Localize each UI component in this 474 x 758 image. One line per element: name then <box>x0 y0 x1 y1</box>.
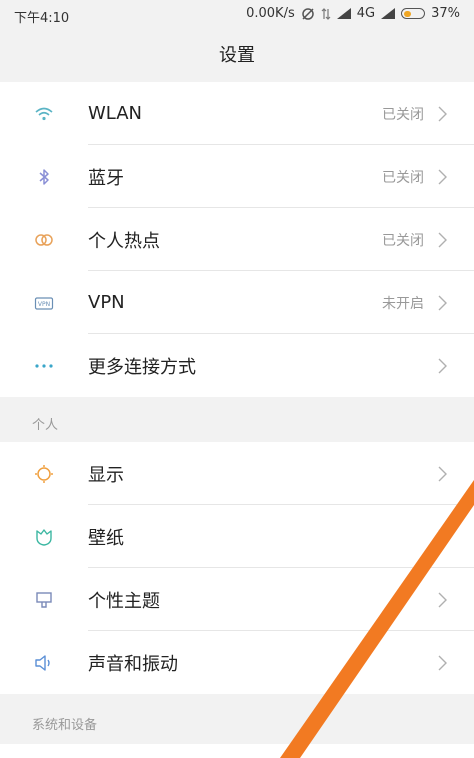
row-label: 壁纸 <box>88 527 124 549</box>
settings-row-sound[interactable]: 声音和振动 <box>0 631 474 694</box>
wifi-icon <box>35 107 53 121</box>
status-bar: 下午4:10 0.00K/s 4G 37% <box>0 0 474 30</box>
row-label: WLAN <box>88 103 143 124</box>
row-label: 声音和振动 <box>88 653 178 675</box>
battery-percent: 37% <box>431 6 460 21</box>
settings-row-bluetooth[interactable]: 蓝牙 已关闭 <box>0 145 474 208</box>
chevron-right-icon <box>438 295 447 311</box>
sync-off-icon <box>301 7 314 20</box>
settings-row-theme[interactable]: 个性主题 <box>0 568 474 631</box>
chevron-right-icon <box>438 592 447 608</box>
row-label: 蓝牙 <box>88 167 124 189</box>
settings-row-wallpaper[interactable]: 壁纸 <box>0 505 474 568</box>
page-title: 设置 <box>219 45 255 66</box>
row-value: 已关闭 <box>382 232 424 249</box>
row-label: 个人热点 <box>88 230 160 252</box>
row-value: 已关闭 <box>382 169 424 186</box>
settings-row-wlan[interactable]: WLAN 已关闭 <box>0 82 474 145</box>
row-label: 更多连接方式 <box>88 356 196 378</box>
network-section: WLAN 已关闭 蓝牙 已关闭 个人热点 已关闭 VPN VPN 未开启 更多连… <box>0 82 474 397</box>
status-time: 下午4:10 <box>14 11 70 26</box>
display-icon <box>35 465 53 483</box>
chevron-right-icon <box>438 106 447 122</box>
status-icons: 0.00K/s 4G 37% <box>246 6 460 21</box>
row-label: 个性主题 <box>88 590 160 612</box>
row-value: 已关闭 <box>382 106 424 123</box>
chevron-right-icon <box>438 232 447 248</box>
more-icon <box>35 364 53 368</box>
chevron-right-icon <box>438 169 447 185</box>
svg-text:VPN: VPN <box>38 301 50 308</box>
battery-icon <box>401 8 426 19</box>
chevron-right-icon <box>438 358 447 374</box>
net-speed: 0.00K/s <box>246 6 295 21</box>
network-type: 4G <box>356 6 376 21</box>
chevron-right-icon <box>438 655 447 671</box>
theme-icon <box>36 592 52 608</box>
personal-section: 显示 壁纸 个性主题 声音和振动 <box>0 442 474 694</box>
row-label: VPN <box>88 292 125 313</box>
settings-row-display[interactable]: 显示 <box>0 442 474 505</box>
section-header-personal: 个人 <box>0 397 474 442</box>
data-transfer-icon <box>321 7 331 20</box>
vpn-icon: VPN <box>34 297 54 310</box>
section-header-label: 个人 <box>32 418 59 433</box>
signal-icon <box>336 8 351 19</box>
chevron-right-icon <box>438 529 447 545</box>
bluetooth-icon <box>39 169 49 185</box>
settings-row-hotspot[interactable]: 个人热点 已关闭 <box>0 208 474 271</box>
settings-row-vpn[interactable]: VPN VPN 未开启 <box>0 271 474 334</box>
chevron-right-icon <box>438 466 447 482</box>
section-header-system: 系统和设备 <box>0 694 474 744</box>
title-bar: 设置 <box>0 30 474 82</box>
hotspot-icon <box>35 234 53 246</box>
settings-row-more-connections[interactable]: 更多连接方式 <box>0 334 474 397</box>
signal-icon-2 <box>381 8 396 19</box>
sound-icon <box>35 655 50 671</box>
row-label: 显示 <box>88 464 124 486</box>
row-value: 未开启 <box>382 295 424 312</box>
wallpaper-icon <box>36 529 52 546</box>
section-header-label: 系统和设备 <box>32 718 98 733</box>
system-section <box>0 744 474 758</box>
